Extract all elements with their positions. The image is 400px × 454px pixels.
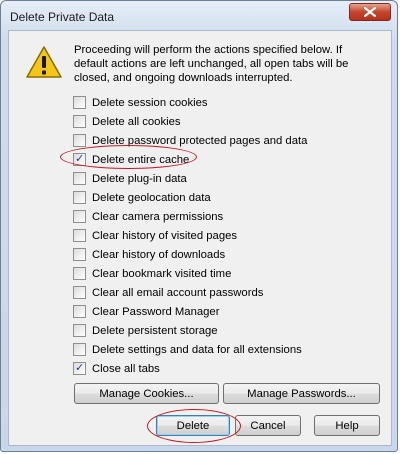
option-row[interactable]: ✓ Delete entire cache xyxy=(73,150,307,169)
checkbox[interactable]: ✓ xyxy=(73,248,86,261)
manage-cookies-button[interactable]: Manage Cookies... xyxy=(74,383,219,404)
warning-icon xyxy=(25,45,63,79)
option-row[interactable]: ✓ Delete persistent storage xyxy=(73,321,307,340)
option-row[interactable]: ✓ Close all tabs xyxy=(73,359,307,378)
checkbox[interactable]: ✓ xyxy=(73,324,86,337)
checkbox[interactable]: ✓ xyxy=(73,305,86,318)
checkbox[interactable]: ✓ xyxy=(73,96,86,109)
option-label: Delete session cookies xyxy=(92,96,208,109)
option-row[interactable]: ✓ Delete password protected pages and dat… xyxy=(73,131,307,150)
option-label: Delete persistent storage xyxy=(92,324,218,337)
checkbox[interactable]: ✓ xyxy=(73,229,86,242)
option-row[interactable]: ✓ Clear history of visited pages xyxy=(73,226,307,245)
checkbox[interactable]: ✓ xyxy=(73,267,86,280)
option-row[interactable]: ✓ Clear all email account passwords xyxy=(73,283,307,302)
dialog-window: Delete Private Data Proceeding will perf… xyxy=(0,0,398,452)
title-bar[interactable]: Delete Private Data xyxy=(1,1,397,31)
options-list: ✓ Delete session cookies ✓ Delete all cooki… xyxy=(73,93,307,378)
window-title: Delete Private Data xyxy=(10,10,115,24)
checkmark-icon: ✓ xyxy=(75,361,85,374)
cancel-button[interactable]: Cancel xyxy=(235,415,301,436)
option-row[interactable]: ✓ Clear camera permissions xyxy=(73,207,307,226)
option-label: Delete geolocation data xyxy=(92,191,211,204)
option-row[interactable]: ✓ Clear history of downloads xyxy=(73,245,307,264)
manage-passwords-button[interactable]: Manage Passwords... xyxy=(223,383,380,404)
option-label: Clear history of downloads xyxy=(92,248,226,261)
option-label: Delete plug-in data xyxy=(92,172,187,185)
checkbox[interactable]: ✓ xyxy=(73,343,86,356)
option-label: Delete password protected pages and data xyxy=(92,134,308,147)
close-icon xyxy=(364,7,376,17)
option-label: Clear bookmark visited time xyxy=(92,267,232,280)
option-label: Delete settings and data for all extensi… xyxy=(92,343,302,356)
option-row[interactable]: ✓ Delete geolocation data xyxy=(73,188,307,207)
checkbox[interactable]: ✓ xyxy=(73,191,86,204)
option-row[interactable]: ✓ Delete all cookies xyxy=(73,112,307,131)
delete-button[interactable]: Delete xyxy=(156,415,230,436)
checkmark-icon: ✓ xyxy=(75,152,85,165)
checkbox[interactable]: ✓ xyxy=(73,362,86,375)
option-label: Delete entire cache xyxy=(92,153,190,166)
dialog-body: Proceeding will perform the actions spec… xyxy=(8,30,392,446)
help-button[interactable]: Help xyxy=(314,415,380,436)
checkbox[interactable]: ✓ xyxy=(73,115,86,128)
option-label: Clear camera permissions xyxy=(92,210,224,223)
close-button[interactable] xyxy=(349,3,391,21)
option-row[interactable]: ✓ Delete session cookies xyxy=(73,93,307,112)
warning-message: Proceeding will perform the actions spec… xyxy=(74,44,349,84)
checkbox[interactable]: ✓ xyxy=(73,153,86,166)
checkbox[interactable]: ✓ xyxy=(73,286,86,299)
option-label: Close all tabs xyxy=(92,362,160,375)
option-row[interactable]: ✓ Delete settings and data for all extens… xyxy=(73,340,307,359)
option-label: Clear all email account passwords xyxy=(92,286,264,299)
option-row[interactable]: ✓ Clear bookmark visited time xyxy=(73,264,307,283)
option-row[interactable]: ✓ Clear Password Manager xyxy=(73,302,307,321)
checkbox[interactable]: ✓ xyxy=(73,210,86,223)
checkbox[interactable]: ✓ xyxy=(73,134,86,147)
option-row[interactable]: ✓ Delete plug-in data xyxy=(73,169,307,188)
option-label: Clear history of visited pages xyxy=(92,229,238,242)
checkbox[interactable]: ✓ xyxy=(73,172,86,185)
option-label: Delete all cookies xyxy=(92,115,181,128)
option-label: Clear Password Manager xyxy=(92,305,220,318)
